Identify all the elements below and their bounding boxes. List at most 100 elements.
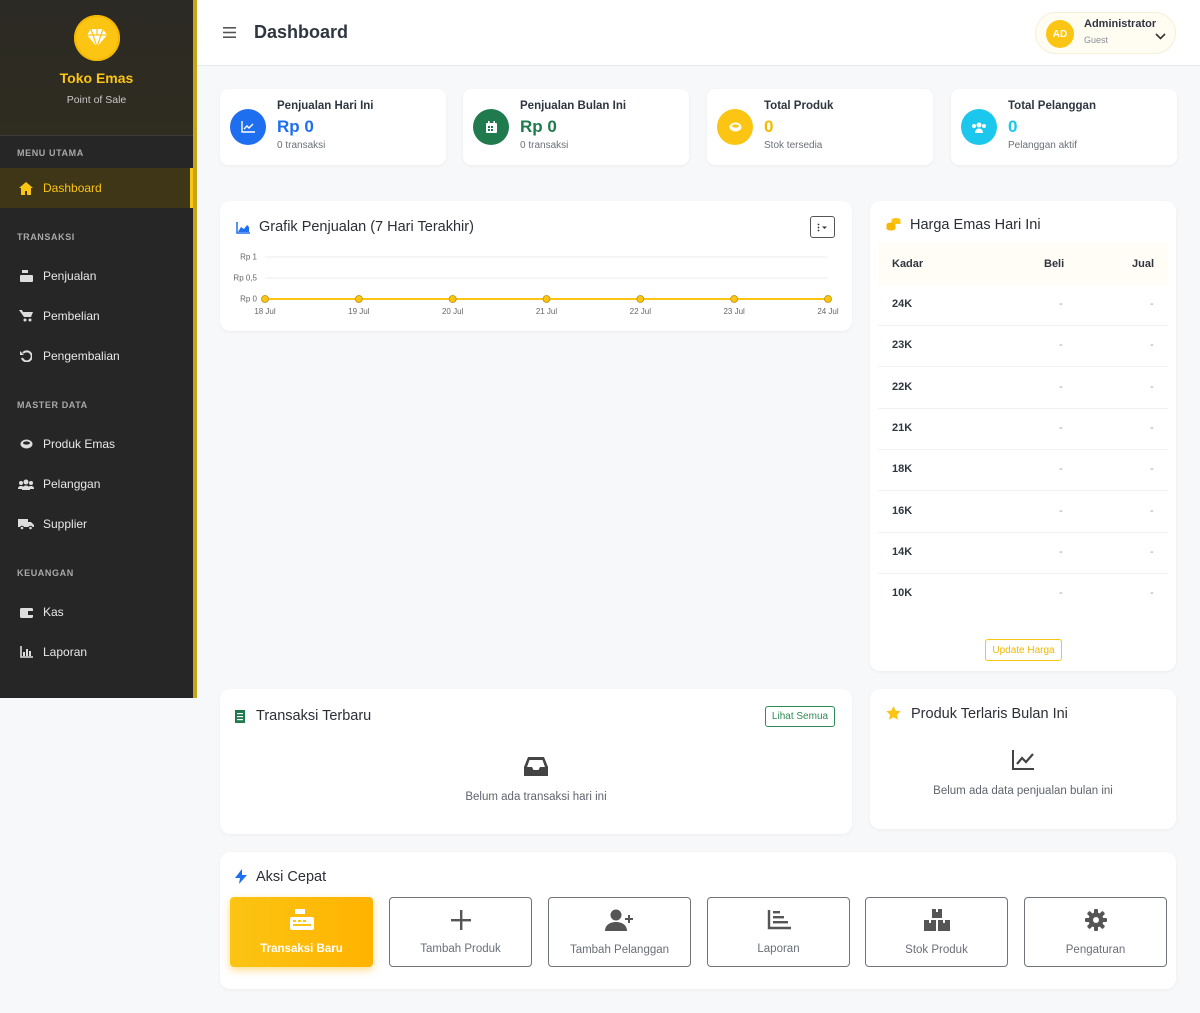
row-divider	[878, 490, 1168, 492]
sidebar-item-pelanggan[interactable]: Pelanggan	[0, 464, 193, 504]
quick-action-stock[interactable]: Stok Produk	[865, 897, 1008, 967]
cart-icon	[18, 308, 34, 324]
stat-title: Total Pelanggan	[1008, 100, 1096, 112]
chart-icon	[767, 909, 791, 935]
stat-title: Penjualan Bulan Ini	[520, 100, 627, 112]
sidebar-item-pengembalian[interactable]: Pengembalian	[0, 336, 193, 376]
undo-icon	[18, 348, 34, 364]
x-tick-label: 18 Jul	[254, 307, 276, 316]
gold-row-jual: -	[1150, 298, 1154, 310]
receipt-icon	[235, 710, 245, 728]
x-tick-label: 22 Jul	[630, 307, 652, 316]
gold-row-beli: -	[1059, 339, 1063, 352]
quick-action-label: Laporan	[757, 942, 800, 955]
chart-line-icon	[1012, 750, 1034, 775]
gold-row-beli: -	[1059, 421, 1063, 434]
menu-section-transaksi: TRANSAKSI	[17, 232, 75, 242]
sidebar: Toko Emas Point of Sale MENU UTAMA Dashb…	[0, 0, 197, 698]
data-point[interactable]	[448, 295, 457, 303]
sidebar-item-pembelian[interactable]: Pembelian	[0, 296, 193, 336]
stat-title: Total Produk	[764, 100, 834, 112]
sales-chart: Rp 0 Rp 0,5 Rp 1 18 Jul 19 Jul 20 Jul 21 Jul 22…	[233, 253, 839, 317]
menu-toggle-icon[interactable]	[223, 25, 236, 43]
gold-row-kadar: 22K	[892, 380, 913, 393]
sidebar-item-label: Supplier	[43, 517, 88, 531]
x-tick-label: 24 Jul	[817, 307, 839, 316]
gear-icon	[1084, 908, 1107, 936]
view-all-button[interactable]: Lihat Semua	[765, 706, 835, 727]
sidebar-item-label: Pembelian	[43, 309, 100, 323]
stat-title: Penjualan Hari Ini	[277, 100, 374, 112]
x-tick-label: 21 Jul	[536, 307, 558, 316]
gold-row-beli: -	[1059, 463, 1063, 476]
sidebar-item-supplier[interactable]: Supplier	[0, 504, 193, 544]
home-icon	[18, 180, 34, 196]
chevron-down-icon	[1155, 27, 1166, 45]
gold-row-beli: -	[1059, 380, 1063, 393]
top-header: Dashboard AD Administrator Guest	[197, 0, 1200, 66]
column-header-jual: Jual	[1132, 258, 1155, 270]
quick-action-add-product[interactable]: Tambah Produk	[389, 897, 532, 967]
sidebar-item-penjualan[interactable]: Penjualan	[0, 256, 193, 296]
data-point[interactable]	[636, 295, 645, 303]
wallet-icon	[18, 604, 34, 620]
chart-icon	[18, 644, 34, 660]
stat-value: Rp 0	[277, 117, 314, 136]
sidebar-item-label: Kas	[43, 605, 64, 619]
data-point[interactable]	[730, 295, 739, 303]
user-menu[interactable]: AD Administrator Guest	[1035, 12, 1176, 54]
plus-icon	[450, 909, 471, 935]
x-tick-label: 19 Jul	[348, 307, 370, 316]
gold-row-beli: -	[1059, 298, 1063, 310]
y-tick-label: Rp 0	[240, 295, 257, 304]
sidebar-item-dashboard[interactable]: Dashboard	[0, 168, 193, 208]
y-tick-label: Rp 0,5	[233, 274, 257, 283]
sidebar-item-kas[interactable]: Kas	[0, 592, 193, 632]
sidebar-item-laporan[interactable]: Laporan	[0, 632, 193, 672]
best-sellers-empty-message: Belum ada data penjualan bulan ini	[933, 785, 1113, 797]
gold-row-jual: -	[1150, 421, 1154, 434]
gold-row-kadar: 10K	[892, 587, 913, 600]
gold-row-jual: -	[1150, 463, 1154, 476]
quick-action-add-customer[interactable]: Tambah Pelanggan	[548, 897, 691, 967]
row-divider	[878, 448, 1168, 450]
data-point[interactable]	[542, 295, 551, 303]
data-point[interactable]	[354, 295, 363, 303]
sidebar-item-label: Pelanggan	[43, 477, 101, 491]
brand[interactable]: Toko Emas Point of Sale	[0, 0, 193, 136]
cash-register-icon	[289, 909, 314, 935]
gold-row-jual: -	[1150, 380, 1154, 393]
data-point[interactable]	[261, 295, 269, 303]
quick-action-label: Stok Produk	[905, 943, 968, 956]
quick-action-reports[interactable]: Laporan	[707, 897, 850, 967]
quick-action-settings[interactable]: Pengaturan	[1024, 897, 1167, 967]
gold-row-jual: -	[1150, 504, 1154, 517]
quick-action-label: Pengaturan	[1065, 943, 1126, 956]
stat-subtitle: Pelanggan aktif	[1008, 140, 1077, 151]
quick-actions-title: Aksi Cepat	[256, 869, 327, 885]
user-role: Guest	[1084, 35, 1109, 45]
update-price-button[interactable]: Update Harga	[985, 639, 1062, 661]
quick-action-label: Tambah Pelanggan	[569, 943, 670, 956]
cash-register-icon	[18, 268, 34, 284]
sidebar-item-label: Pengembalian	[43, 349, 120, 363]
user-plus-icon	[604, 909, 635, 936]
best-sellers-title: Produk Terlaris Bulan Ini	[911, 706, 1068, 722]
data-point[interactable]	[824, 295, 832, 303]
sidebar-item-produk[interactable]: Produk Emas	[0, 424, 193, 464]
boxes-icon	[923, 908, 950, 936]
quick-action-new-transaction[interactable]: Transaksi Baru	[230, 897, 373, 967]
star-icon	[886, 706, 901, 725]
gold-row-beli: -	[1059, 504, 1063, 517]
sidebar-item-label: Dashboard	[43, 181, 102, 195]
menu-section-main: MENU UTAMA	[17, 148, 84, 158]
stat-value: Rp 0	[520, 117, 557, 136]
recent-empty-message: Belum ada transaksi hari ini	[465, 791, 607, 803]
menu-section-master: MASTER DATA	[17, 400, 88, 410]
truck-icon	[18, 516, 34, 532]
recent-transactions-card: Transaksi Terbaru Lihat Semua Belum ada …	[220, 689, 852, 834]
avatar: AD	[1046, 20, 1074, 48]
gold-row-kadar: 18K	[892, 463, 913, 476]
user-name: Administrator	[1084, 18, 1157, 30]
gold-row-kadar: 21K	[892, 421, 913, 434]
